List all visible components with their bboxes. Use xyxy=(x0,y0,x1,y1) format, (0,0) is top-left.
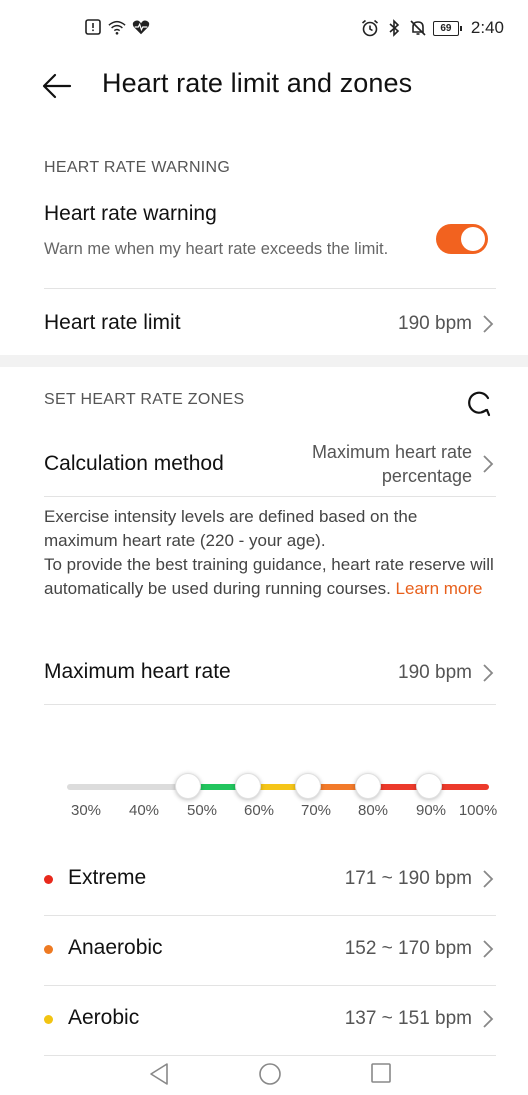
slider-tick-label: 90% xyxy=(415,802,447,819)
slider-tick-label: 80% xyxy=(357,802,389,819)
slider-knob-80[interactable] xyxy=(355,773,382,799)
calculation-method-label: Calculation method xyxy=(44,452,224,475)
alarm-icon xyxy=(361,19,378,37)
maximum-heart-rate-value: 190 bpm xyxy=(398,662,472,683)
heart-rate-limit-label: Heart rate limit xyxy=(44,311,181,334)
calculation-method-value-line2: percentage xyxy=(381,466,472,486)
calculation-method-value: Maximum heart rate percentage xyxy=(312,440,472,488)
zone-row-extreme[interactable]: Extreme 171 ~ 190 bpm xyxy=(0,846,528,916)
chevron-right-icon xyxy=(483,315,494,333)
slider-tick-label: 60% xyxy=(243,802,275,819)
zones-description-line1: Exercise intensity levels are defined ba… xyxy=(44,507,418,550)
slider-tick-label: 50% xyxy=(186,802,218,819)
calculation-method-row[interactable]: Calculation method Maximum heart rate pe… xyxy=(0,430,528,496)
zones-description-line2: To provide the best training guidance, h… xyxy=(44,553,494,601)
notification-icon xyxy=(85,19,101,35)
slider-knob-50[interactable] xyxy=(174,773,201,799)
bluetooth-icon xyxy=(389,19,400,37)
back-arrow-icon xyxy=(42,73,72,99)
chevron-right-icon xyxy=(483,664,494,682)
maximum-heart-rate-label: Maximum heart rate xyxy=(44,660,231,683)
chevron-right-icon xyxy=(483,940,494,958)
heart-rate-limit-row[interactable]: Heart rate limit 190 bpm xyxy=(0,289,528,355)
section-header-warning: HEART RATE WARNING xyxy=(44,159,231,176)
zone-color-dot xyxy=(44,1015,53,1024)
zones-description: Exercise intensity levels are defined ba… xyxy=(44,505,494,601)
status-right-icons: 69 2:40 xyxy=(361,18,504,38)
page-title: Heart rate limit and zones xyxy=(102,68,413,98)
section-separator xyxy=(0,355,528,367)
calculation-method-value-line1: Maximum heart rate xyxy=(311,442,472,462)
battery-icon: 69 xyxy=(432,20,462,36)
nav-back-icon[interactable] xyxy=(148,1062,170,1086)
slider-tick-label: 40% xyxy=(128,802,160,819)
status-time: 2:40 xyxy=(470,18,504,37)
heart-rate-warning-toggle[interactable] xyxy=(436,224,488,254)
heart-rate-warning-title: Heart rate warning xyxy=(44,202,217,225)
chevron-right-icon xyxy=(483,1010,494,1028)
chevron-right-icon xyxy=(483,870,494,888)
zone-range: 171 ~ 190 bpm xyxy=(344,868,472,889)
zone-color-dot xyxy=(44,875,53,884)
slider-tick-label: 30% xyxy=(70,802,102,819)
zone-name: Extreme xyxy=(68,866,147,889)
nav-home-icon[interactable] xyxy=(258,1062,282,1086)
zone-range: 152 ~ 170 bpm xyxy=(344,938,472,959)
zone-name: Aerobic xyxy=(68,1006,140,1029)
slider-knob-60[interactable] xyxy=(234,773,261,799)
chevron-right-icon xyxy=(483,455,494,473)
slider-tick-labels: 30% 40% 50% 60% 70% 80% 90% 100% xyxy=(40,802,510,822)
learn-more-link[interactable]: Learn more xyxy=(396,579,483,598)
divider xyxy=(44,496,496,497)
heart-rate-warning-description: Warn me when my heart rate exceeds the l… xyxy=(44,240,389,258)
navigation-bar xyxy=(0,1058,528,1095)
slider-tick-label: 70% xyxy=(300,802,332,819)
zone-color-dot xyxy=(44,945,53,954)
status-bar: 69 2:40 xyxy=(0,0,528,56)
nav-recents-icon[interactable] xyxy=(370,1062,392,1084)
heart-rate-limit-value: 190 bpm xyxy=(398,313,472,334)
slider-tick-label: 100% xyxy=(458,802,498,819)
mute-bell-icon xyxy=(410,20,426,36)
heart-rate-zone-slider[interactable] xyxy=(67,773,489,799)
zone-row-aerobic[interactable]: Aerobic 137 ~ 151 bpm xyxy=(0,986,528,1056)
wifi-icon xyxy=(108,20,126,35)
heart-health-icon xyxy=(132,20,150,35)
status-left-icons xyxy=(84,18,150,36)
zone-row-anaerobic[interactable]: Anaerobic 152 ~ 170 bpm xyxy=(0,916,528,986)
divider xyxy=(44,1055,496,1056)
reset-icon[interactable] xyxy=(464,388,494,418)
back-button[interactable] xyxy=(40,68,80,104)
toggle-knob xyxy=(461,227,485,251)
slider-knob-90[interactable] xyxy=(415,773,442,799)
zone-name: Anaerobic xyxy=(68,936,163,959)
zone-range: 137 ~ 151 bpm xyxy=(344,1008,472,1029)
slider-segment-inactive xyxy=(67,784,188,790)
divider xyxy=(44,704,496,705)
maximum-heart-rate-row[interactable]: Maximum heart rate 190 bpm xyxy=(0,638,528,704)
section-header-zones: SET HEART RATE ZONES xyxy=(44,391,245,408)
slider-knob-70[interactable] xyxy=(295,773,322,799)
